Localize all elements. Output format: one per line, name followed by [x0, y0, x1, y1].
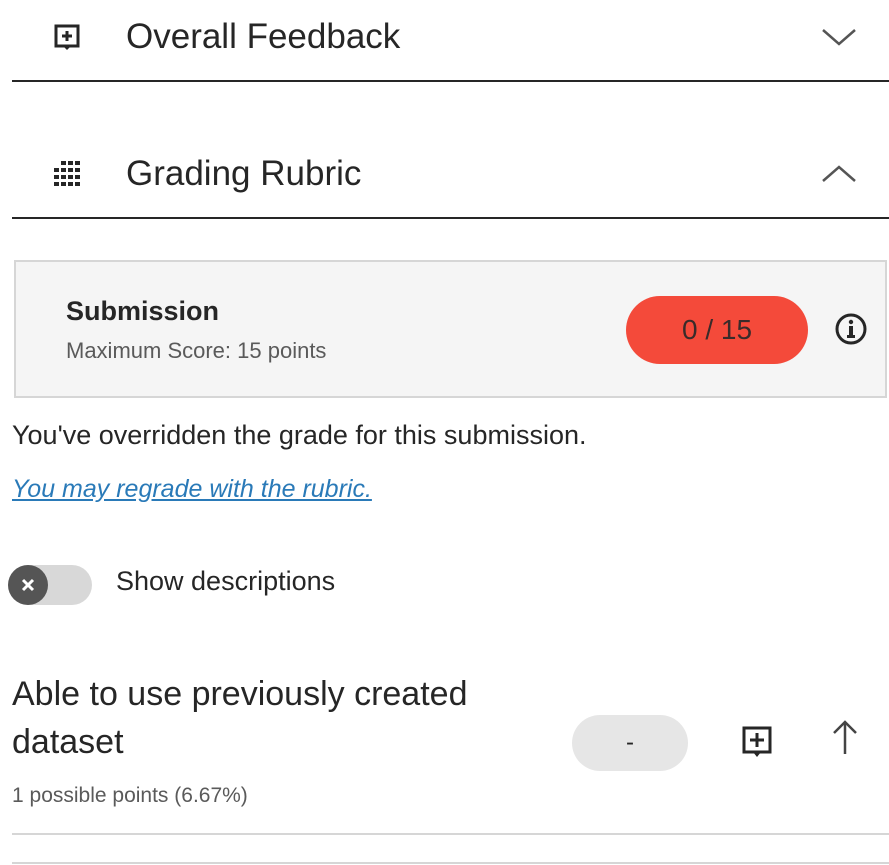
show-descriptions-label: Show descriptions — [116, 566, 336, 596]
criterion-title: Able to use previously created dataset — [12, 675, 468, 761]
submission-title: Submission — [66, 296, 220, 326]
add-comment-icon — [52, 22, 82, 52]
regrade-link[interactable]: You may regrade with the rubric. — [12, 475, 372, 504]
submission-score-badge[interactable]: 0 / 15 — [626, 296, 808, 364]
grading-rubric-title: Grading Rubric — [126, 154, 362, 193]
chevron-down-icon[interactable] — [819, 24, 859, 50]
grading-rubric-header[interactable]: Grading Rubric — [12, 131, 889, 219]
max-score-label: Maximum Score: 15 points — [66, 338, 327, 363]
arrow-up-icon[interactable] — [830, 718, 860, 758]
override-message: You've overridden the grade for this sub… — [12, 420, 587, 450]
info-icon[interactable] — [834, 312, 868, 346]
overall-feedback-title: Overall Feedback — [126, 17, 401, 56]
overall-feedback-header[interactable]: Overall Feedback — [12, 0, 889, 82]
criterion-points: 1 possible points (6.67%) — [12, 784, 248, 807]
rubric-grid-icon — [52, 159, 82, 189]
submission-score-panel: Submission Maximum Score: 15 points 0 / … — [14, 260, 887, 398]
criterion-score-input[interactable]: - — [572, 715, 688, 771]
criterion-divider — [12, 833, 889, 835]
close-icon — [21, 578, 35, 592]
show-descriptions-toggle[interactable] — [8, 565, 92, 605]
add-comment-icon[interactable] — [740, 725, 774, 759]
criterion-divider — [12, 862, 889, 864]
chevron-up-icon[interactable] — [819, 161, 859, 187]
toggle-off-knob — [8, 565, 48, 605]
